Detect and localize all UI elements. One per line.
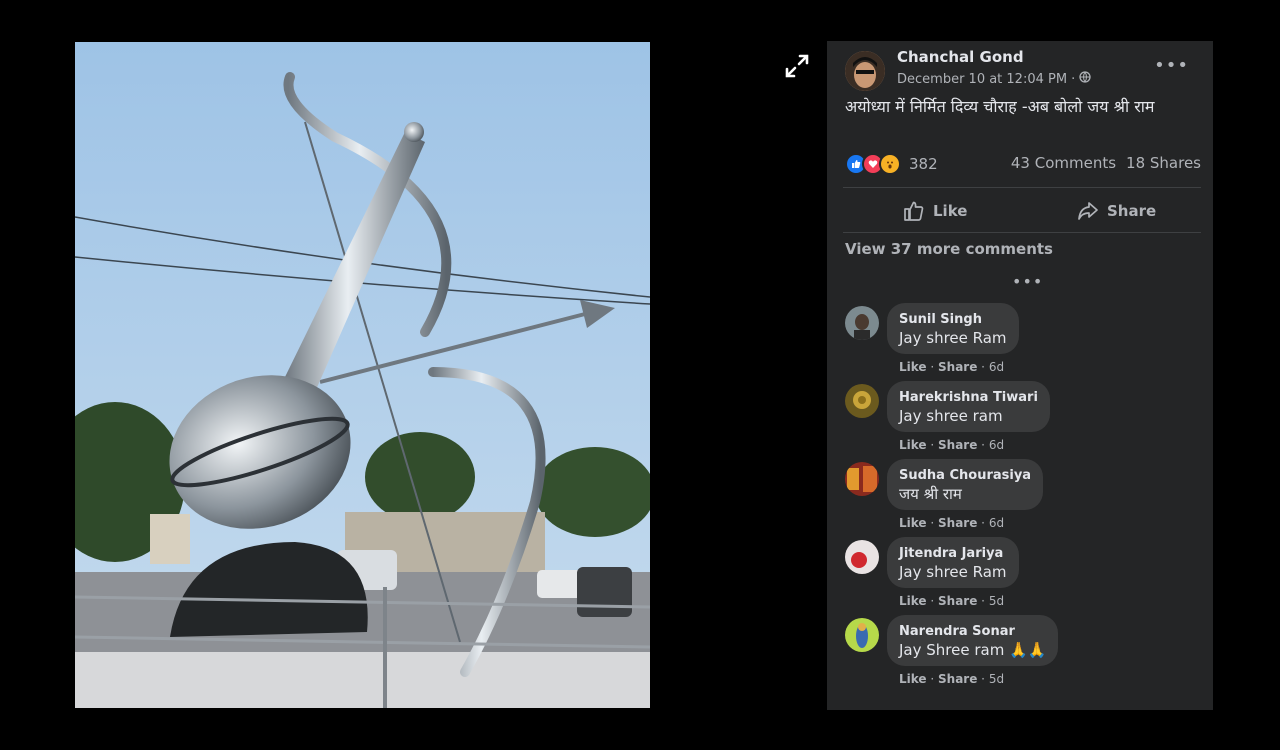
post-panel: Chanchal Gond December 10 at 12:04 PM · … [827,41,1213,710]
comment-text: Jay shree Ram [899,329,1007,347]
commenter-name[interactable]: Sudha Chourasiya [899,467,1031,484]
commenter-name[interactable]: Jitendra Jariya [899,545,1007,562]
comment-like-link[interactable]: Like [899,594,927,608]
comment-time[interactable]: 6d [989,516,1004,530]
comment-bubble: Harekrishna Tiwari Jay shree ram [887,381,1050,432]
comment-time[interactable]: 6d [989,438,1004,452]
comment-share-link[interactable]: Share [938,672,977,686]
comment-actions: Like · Share · 6d [899,516,1005,530]
comment-actions: Like · Share · 6d [899,360,1005,374]
comment-like-link[interactable]: Like [899,438,927,452]
comment-share-link[interactable]: Share [938,516,977,530]
commenter-avatar[interactable] [845,462,879,496]
comment-bubble: Sunil Singh Jay shree Ram [887,303,1019,354]
comment: Harekrishna Tiwari Jay shree ram Like · … [845,381,1205,458]
like-button[interactable]: Like [903,199,967,223]
comment-share-link[interactable]: Share [938,438,977,452]
comment-bubble: Sudha Chourasiya जय श्री राम [887,459,1044,510]
comment-like-link[interactable]: Like [899,360,927,374]
shares-count[interactable]: 18 Shares [1126,154,1201,172]
reactions-summary[interactable]: 382 [845,153,938,175]
post-meta: December 10 at 12:04 PM · [897,71,1091,87]
commenter-avatar[interactable] [845,540,879,574]
comment-actions: Like · Share · 5d [899,594,1005,608]
author-avatar[interactable] [845,51,885,91]
share-button[interactable]: Share [1077,199,1156,223]
reaction-count: 382 [909,155,938,173]
divider [843,232,1201,233]
comment: Jitendra Jariya Jay shree Ram Like · Sha… [845,537,1205,614]
commenter-avatar[interactable] [845,306,879,340]
commenter-avatar[interactable] [845,618,879,652]
comment-text: Jay shree Ram [899,563,1007,581]
comment: Narendra Sonar Jay Shree ram 🙏🙏 Like · S… [845,615,1205,692]
share-arrow-icon [1078,202,1098,220]
comment-time[interactable]: 6d [989,360,1004,374]
globe-icon [1079,71,1091,87]
thumbs-up-icon [904,201,924,221]
comment: Sunil Singh Jay shree Ram Like · Share ·… [845,303,1205,380]
comment-bubble: Jitendra Jariya Jay shree Ram [887,537,1019,588]
comments-count[interactable]: 43 Comments [1011,154,1116,172]
like-label: Like [933,202,968,220]
comment-actions: Like · Share · 6d [899,438,1005,452]
divider [843,187,1201,188]
comment-text: जय श्री राम [899,485,962,503]
meta-separator: · [1071,71,1076,87]
view-more-comments-link[interactable]: View 37 more comments [845,240,1053,258]
expand-icon[interactable] [783,52,811,80]
comment-time[interactable]: 5d [989,594,1004,608]
comment-share-link[interactable]: Share [938,594,977,608]
commenter-name[interactable]: Narendra Sonar [899,623,1046,640]
comment: Sudha Chourasiya जय श्री राम Like · Shar… [845,459,1205,536]
engagement-counts: 43 Comments 18 Shares [1011,154,1201,172]
comments-options-button[interactable]: ••• [1012,272,1043,291]
commenter-avatar[interactable] [845,384,879,418]
commenter-name[interactable]: Sunil Singh [899,311,1007,328]
comment-share-link[interactable]: Share [938,360,977,374]
comment-bubble: Narendra Sonar Jay Shree ram 🙏🙏 [887,615,1059,666]
comment-text: Jay Shree ram 🙏🙏 [899,641,1047,659]
comment-like-link[interactable]: Like [899,516,927,530]
comment-time[interactable]: 5d [989,672,1004,686]
post-date[interactable]: December 10 at 12:04 PM [897,72,1067,87]
comment-like-link[interactable]: Like [899,672,927,686]
post-photo[interactable] [75,42,650,708]
share-label: Share [1107,202,1157,220]
post-text: अयोध्या में निर्मित दिव्य चौराह -अब बोलो… [845,97,1155,116]
comment-actions: Like · Share · 5d [899,672,1005,686]
sculpture-photo [75,42,650,708]
wow-reaction-icon [879,153,901,175]
post-options-button[interactable]: ••• [1154,55,1189,76]
commenter-name[interactable]: Harekrishna Tiwari [899,389,1038,406]
comment-text: Jay shree ram [899,407,1003,425]
author-name[interactable]: Chanchal Gond [897,48,1024,66]
